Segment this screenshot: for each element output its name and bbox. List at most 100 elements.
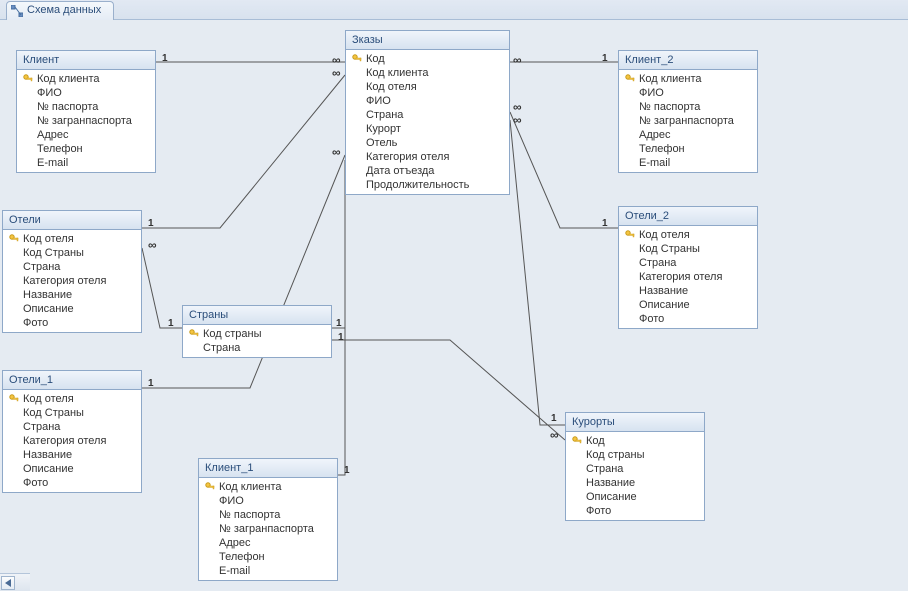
field-label: Описание [639, 299, 690, 311]
field-row[interactable]: Описание [566, 490, 704, 504]
field-row[interactable]: № паспорта [619, 100, 757, 114]
field-row[interactable]: Адрес [619, 128, 757, 142]
field-row[interactable]: Описание [3, 462, 141, 476]
field-row[interactable]: Категория отеля [3, 434, 141, 448]
field-row[interactable]: Код [346, 52, 509, 66]
field-row[interactable]: Страна [3, 420, 141, 434]
field-label: № загранпаспорта [219, 523, 314, 535]
field-row[interactable]: Продолжительность [346, 178, 509, 192]
field-row[interactable]: E-mail [619, 156, 757, 170]
table-hotels1[interactable]: Отели_1 Код отеляКод СтраныСтранаКатегори… [2, 370, 142, 493]
table-title[interactable]: Отели_2 [619, 207, 757, 226]
field-row[interactable]: Код отеля [346, 80, 509, 94]
table-client[interactable]: КлиентКод клиентаФИО№ паспорта№ загранпа… [16, 50, 156, 173]
table-title[interactable]: Курорты [566, 413, 704, 432]
field-row[interactable]: Страна [619, 256, 757, 270]
field-row[interactable]: № загранпаспорта [17, 114, 155, 128]
table-title[interactable]: Отели [3, 211, 141, 230]
field-row[interactable]: Телефон [17, 142, 155, 156]
field-row[interactable]: Страна [346, 108, 509, 122]
field-row[interactable]: Описание [619, 298, 757, 312]
table-client2[interactable]: Клиент_2 Код клиентаФИО№ паспорта№ загран… [618, 50, 758, 173]
field-row[interactable]: Код Страны [3, 246, 141, 260]
field-label: Страна [639, 257, 676, 269]
field-row[interactable]: Адрес [199, 536, 337, 550]
field-row[interactable]: ФИО [199, 494, 337, 508]
field-row[interactable]: Фото [619, 312, 757, 326]
table-body: Код клиентаФИО№ паспорта№ загранпаспорта… [17, 70, 155, 172]
table-client1[interactable]: Клиент_1 Код клиентаФИО№ паспорта№ загран… [198, 458, 338, 581]
field-row[interactable]: Страна [566, 462, 704, 476]
rel-many: ∞ [332, 145, 341, 159]
field-row[interactable]: Категория отеля [346, 150, 509, 164]
table-title[interactable]: Клиент_2 [619, 51, 757, 70]
field-row[interactable]: Код клиента [199, 480, 337, 494]
field-row[interactable]: ФИО [346, 94, 509, 108]
field-row[interactable]: Название [619, 284, 757, 298]
field-row[interactable]: № загранпаспорта [619, 114, 757, 128]
field-row[interactable]: Категория отеля [3, 274, 141, 288]
scroll-left-button[interactable] [1, 576, 15, 590]
table-hotels[interactable]: Отели Код отеляКод СтраныСтранаКатегория … [2, 210, 142, 333]
field-row[interactable]: Код [566, 434, 704, 448]
field-row[interactable]: № загранпаспорта [199, 522, 337, 536]
field-row[interactable]: Код клиента [619, 72, 757, 86]
field-row[interactable]: Код клиента [346, 66, 509, 80]
primary-key-icon [9, 394, 19, 404]
field-row[interactable]: Телефон [199, 550, 337, 564]
field-label: ФИО [37, 87, 62, 99]
table-countries[interactable]: Страны Код страныСтрана [182, 305, 332, 358]
field-row[interactable]: Страна [183, 341, 331, 355]
table-title[interactable]: Зказы [346, 31, 509, 50]
field-row[interactable]: Фото [3, 476, 141, 490]
diagram-canvas[interactable]: 1 ∞ 1 ∞ 1 ∞ 1 ∞ 1 ∞ 1 ∞ 1 ∞ 1 1 1 ∞ Клие… [0, 20, 908, 591]
field-row[interactable]: Адрес [17, 128, 155, 142]
field-row[interactable]: Код клиента [17, 72, 155, 86]
field-row[interactable]: Название [566, 476, 704, 490]
rel-one: 1 [602, 218, 608, 229]
field-row[interactable]: Фото [3, 316, 141, 330]
field-row[interactable]: Фото [566, 504, 704, 518]
table-orders[interactable]: Зказы КодКод клиентаКод отеляФИОСтранаКур… [345, 30, 510, 195]
field-label: Название [23, 289, 72, 301]
table-title[interactable]: Страны [183, 306, 331, 325]
field-row[interactable]: Отель [346, 136, 509, 150]
field-row[interactable]: Категория отеля [619, 270, 757, 284]
table-hotels2[interactable]: Отели_2 Код отеляКод СтраныСтранаКатегори… [618, 206, 758, 329]
table-title[interactable]: Клиент_1 [199, 459, 337, 478]
field-row[interactable]: Код отеля [3, 392, 141, 406]
field-row[interactable]: E-mail [17, 156, 155, 170]
field-row[interactable]: ФИО [17, 86, 155, 100]
field-row[interactable]: Код Страны [3, 406, 141, 420]
field-row[interactable]: Курорт [346, 122, 509, 136]
field-row[interactable]: E-mail [199, 564, 337, 578]
field-row[interactable]: Код страны [183, 327, 331, 341]
tab-bar: Схема данных [0, 0, 908, 20]
table-title[interactable]: Отели_1 [3, 371, 141, 390]
field-row[interactable]: Код отеля [619, 228, 757, 242]
field-label: E-mail [219, 565, 250, 577]
field-row[interactable]: Дата отъезда [346, 164, 509, 178]
table-resorts[interactable]: Курорты КодКод страныСтранаНазваниеОписан… [565, 412, 705, 521]
field-label: Код клиента [366, 67, 428, 79]
table-title[interactable]: Клиент [17, 51, 155, 70]
field-row[interactable]: Страна [3, 260, 141, 274]
field-row[interactable]: Код отеля [3, 232, 141, 246]
chevron-left-icon [5, 579, 11, 587]
active-tab[interactable]: Схема данных [6, 1, 114, 20]
field-row[interactable]: Описание [3, 302, 141, 316]
horizontal-scrollbar[interactable] [0, 573, 30, 591]
field-row[interactable]: Название [3, 288, 141, 302]
field-row[interactable]: Название [3, 448, 141, 462]
field-label: E-mail [37, 157, 68, 169]
field-label: Отель [366, 137, 397, 149]
field-row[interactable]: № паспорта [199, 508, 337, 522]
rel-one: 1 [168, 318, 174, 329]
field-row[interactable]: Код страны [566, 448, 704, 462]
field-label: Код [586, 435, 605, 447]
field-row[interactable]: № паспорта [17, 100, 155, 114]
field-row[interactable]: Код Страны [619, 242, 757, 256]
field-label: Телефон [219, 551, 265, 563]
field-row[interactable]: Телефон [619, 142, 757, 156]
field-row[interactable]: ФИО [619, 86, 757, 100]
